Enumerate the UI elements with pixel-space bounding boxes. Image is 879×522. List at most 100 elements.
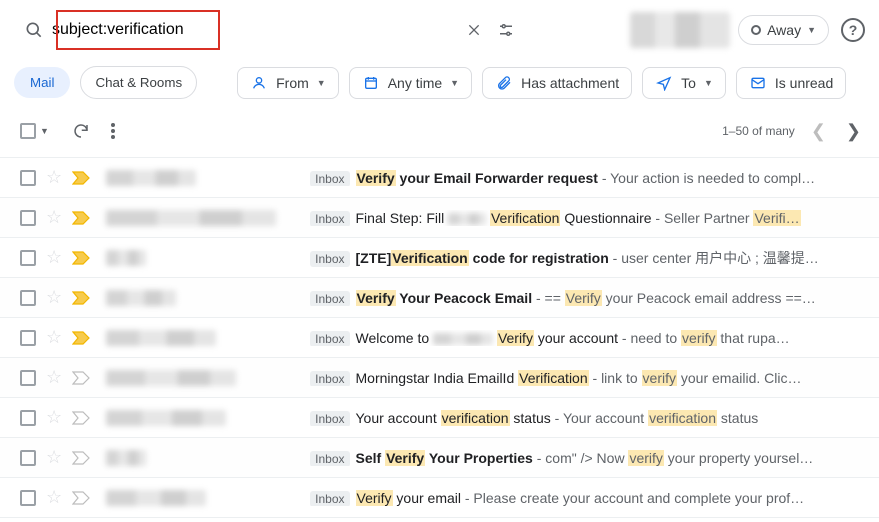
help-icon: ? (841, 18, 865, 42)
select-all-checkbox[interactable]: ▼ (20, 123, 49, 139)
filter-from[interactable]: From ▼ (237, 67, 339, 99)
star-icon[interactable]: ☆ (46, 487, 62, 508)
filter-anytime-label: Any time (388, 75, 442, 91)
filter-to[interactable]: To ▼ (642, 67, 726, 99)
row-checkbox[interactable] (20, 330, 36, 346)
email-row[interactable]: ☆ InboxYour account verification status … (0, 398, 879, 438)
importance-marker[interactable] (72, 331, 90, 345)
importance-marker[interactable] (72, 451, 90, 465)
filter-to-label: To (681, 75, 696, 91)
star-icon[interactable]: ☆ (46, 327, 62, 348)
send-icon (655, 75, 673, 91)
sender-cell (100, 170, 300, 186)
mail-icon (749, 75, 767, 91)
sender-cell (100, 210, 300, 226)
inbox-label: Inbox (310, 371, 349, 386)
email-row[interactable]: ☆ InboxVerify Your Peacock Email - == Ve… (0, 278, 879, 318)
chevron-down-icon: ▼ (40, 126, 49, 136)
row-checkbox[interactable] (20, 370, 36, 386)
subject-cell: Inbox[ZTE]Verification code for registra… (310, 248, 867, 268)
row-checkbox[interactable] (20, 410, 36, 426)
subject-cell: InboxVerify your Email Forwarder request… (310, 170, 867, 186)
filter-unread-label: Is unread (775, 75, 833, 91)
star-icon[interactable]: ☆ (46, 287, 62, 308)
email-row[interactable]: ☆ InboxFinal Step: Fill Verification Que… (0, 198, 879, 238)
row-checkbox[interactable] (20, 210, 36, 226)
subject-cell: InboxVerify Your Peacock Email - == Veri… (310, 290, 867, 306)
tab-chat-rooms[interactable]: Chat & Rooms (80, 66, 197, 99)
star-icon[interactable]: ☆ (46, 367, 62, 388)
inbox-label: Inbox (310, 171, 349, 186)
sender-cell (100, 410, 300, 426)
more-button[interactable] (97, 115, 129, 147)
search-icon (18, 20, 50, 40)
email-row[interactable]: ☆ InboxVerify your Email Forwarder reque… (0, 158, 879, 198)
filter-anytime[interactable]: Any time ▼ (349, 67, 472, 99)
status-label: Away (767, 22, 801, 38)
help-button[interactable]: ? (837, 14, 869, 46)
tab-mail[interactable]: Mail (14, 67, 70, 98)
sender-cell (100, 250, 300, 266)
row-checkbox[interactable] (20, 290, 36, 306)
inbox-label: Inbox (310, 411, 349, 426)
search-input[interactable] (50, 8, 458, 52)
sender-cell (100, 450, 300, 466)
inbox-label: Inbox (310, 451, 349, 466)
chevron-down-icon: ▼ (704, 78, 713, 88)
row-checkbox[interactable] (20, 250, 36, 266)
inbox-label: Inbox (310, 291, 349, 306)
email-row[interactable]: ☆ Inbox[ZTE]Verification code for regist… (0, 238, 879, 278)
email-row[interactable]: ☆ InboxMorningstar India EmailId Verific… (0, 358, 879, 398)
row-checkbox[interactable] (20, 450, 36, 466)
subject-cell: InboxFinal Step: Fill Verification Quest… (310, 210, 867, 226)
star-icon[interactable]: ☆ (46, 247, 62, 268)
filter-has-attachment[interactable]: Has attachment (482, 67, 632, 99)
star-icon[interactable]: ☆ (46, 167, 62, 188)
clear-search-button[interactable] (458, 14, 490, 46)
row-checkbox[interactable] (20, 490, 36, 506)
inbox-label: Inbox (310, 331, 349, 346)
status-dot-icon (751, 25, 761, 35)
subject-cell: InboxYour account verification status - … (310, 410, 867, 426)
star-icon[interactable]: ☆ (46, 407, 62, 428)
subject-cell: InboxVerify your email - Please create y… (310, 490, 867, 506)
sender-cell (100, 490, 300, 506)
sender-cell (100, 370, 300, 386)
sender-cell (100, 330, 300, 346)
importance-marker[interactable] (72, 411, 90, 425)
search-box[interactable] (10, 8, 530, 52)
email-row[interactable]: ☆ InboxWelcome to Verify your account - … (0, 318, 879, 358)
importance-marker[interactable] (72, 291, 90, 305)
chevron-down-icon: ▼ (807, 25, 816, 35)
search-options-button[interactable] (490, 14, 522, 46)
chevron-down-icon: ▼ (317, 78, 326, 88)
sender-cell (100, 290, 300, 306)
star-icon[interactable]: ☆ (46, 447, 62, 468)
status-chip[interactable]: Away ▼ (738, 15, 829, 45)
filter-from-label: From (276, 75, 309, 91)
attachment-icon (495, 75, 513, 91)
chevron-down-icon: ▼ (450, 78, 459, 88)
subject-cell: InboxWelcome to Verify your account - ne… (310, 330, 867, 346)
email-row[interactable]: ☆ InboxVerify your email - Please create… (0, 478, 879, 518)
row-checkbox[interactable] (20, 170, 36, 186)
inbox-label: Inbox (310, 491, 349, 506)
person-icon (250, 75, 268, 91)
refresh-button[interactable] (65, 115, 97, 147)
email-row[interactable]: ☆ InboxSelf Verify Your Properties - com… (0, 438, 879, 478)
subject-cell: InboxMorningstar India EmailId Verificat… (310, 370, 867, 386)
importance-marker[interactable] (72, 371, 90, 385)
filter-is-unread[interactable]: Is unread (736, 67, 846, 99)
subject-cell: InboxSelf Verify Your Properties - com" … (310, 450, 867, 466)
prev-page-button[interactable]: ❮ (807, 121, 830, 142)
inbox-label: Inbox (310, 211, 349, 226)
importance-marker[interactable] (72, 251, 90, 265)
inbox-label: Inbox (310, 251, 349, 267)
pager-label: 1–50 of many (722, 124, 795, 138)
filter-attachment-label: Has attachment (521, 75, 619, 91)
importance-marker[interactable] (72, 171, 90, 185)
next-page-button[interactable]: ❯ (842, 121, 865, 142)
star-icon[interactable]: ☆ (46, 207, 62, 228)
importance-marker[interactable] (72, 491, 90, 505)
importance-marker[interactable] (72, 211, 90, 225)
